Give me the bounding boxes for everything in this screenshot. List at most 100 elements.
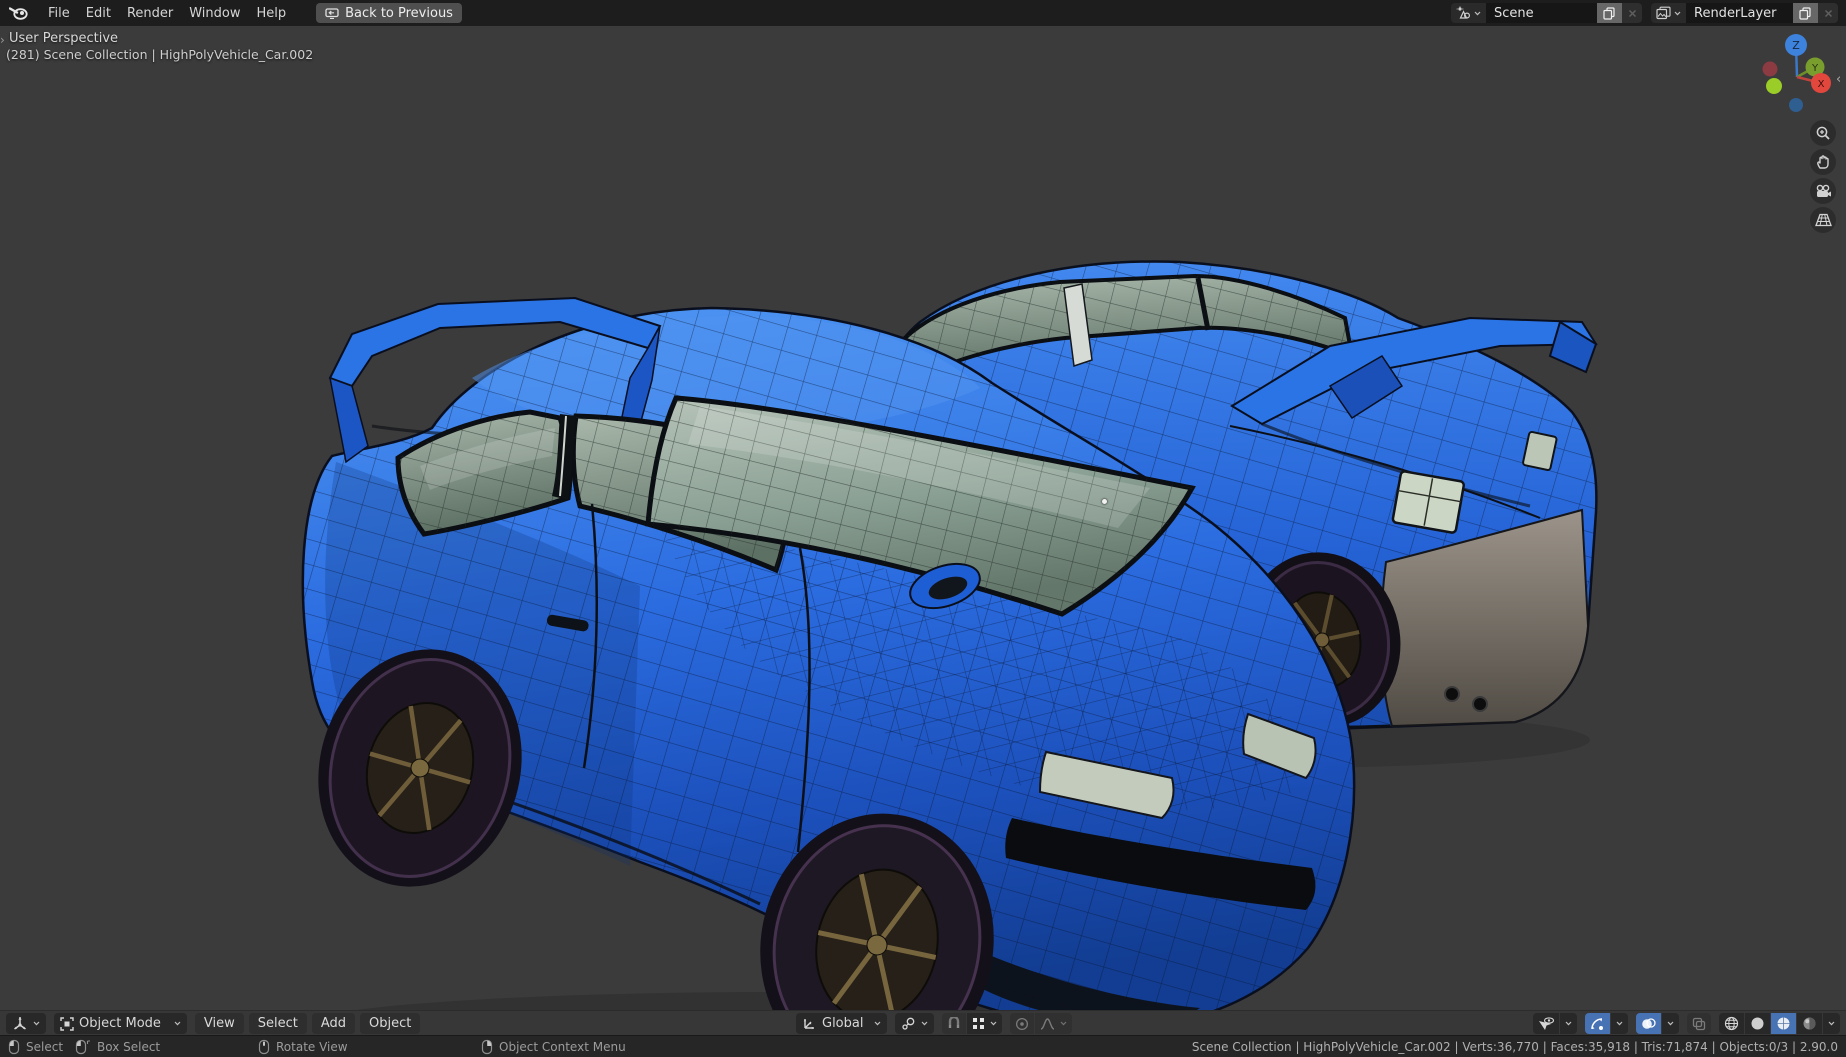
scene-selector: Scene [1451, 3, 1642, 23]
menu-view[interactable]: View [194, 1013, 244, 1034]
gizmo-y-label: Y [1811, 63, 1819, 74]
overlays-dropdown[interactable] [1662, 1013, 1679, 1034]
menu-window[interactable]: Window [181, 3, 248, 24]
gizmos-icon [1591, 1017, 1603, 1030]
mouse-right-click-icon [481, 1039, 493, 1055]
browse-scene-button[interactable] [1451, 3, 1486, 23]
topbar-id-widgets: Scene RenderLayer [1451, 3, 1838, 23]
pivot-point-icon [902, 1017, 915, 1030]
mouse-middle-click-icon [258, 1039, 270, 1055]
status-bar: Select Box Select Rotate View Object Con… [0, 1035, 1846, 1057]
pivot-point-selector[interactable] [895, 1013, 935, 1034]
3d-viewport[interactable]: › User Perspective (281) Scene Collectio… [0, 26, 1846, 1010]
tail-light [1391, 470, 1465, 534]
proportional-falloff-selector[interactable] [1035, 1013, 1073, 1034]
mouse-left-click-icon [8, 1039, 20, 1055]
duplicate-pages-icon [1799, 6, 1811, 20]
snap-increment-icon [973, 1018, 985, 1029]
object-origin-dot[interactable] [1102, 499, 1107, 504]
pan-view-button[interactable] [1810, 149, 1836, 175]
render-layer-icon [1656, 6, 1671, 20]
solid-shading-icon [1751, 1017, 1764, 1030]
gizmo-x-neg-axis[interactable] [1762, 61, 1778, 77]
shading-dropdown[interactable] [1823, 1013, 1840, 1034]
orientation-axes-icon [803, 1018, 814, 1029]
snap-toggle[interactable] [942, 1013, 967, 1034]
shading-wireframe-button[interactable] [1719, 1013, 1744, 1034]
editor-3d-viewport-icon [14, 1017, 26, 1030]
viewport-header: Object Mode View Select Add Object Globa… [0, 1010, 1846, 1035]
proportional-editing-icon [1016, 1017, 1029, 1030]
toggle-perspective-button[interactable] [1810, 207, 1836, 233]
shading-solid-button[interactable] [1745, 1013, 1770, 1034]
show-overlays-toggle[interactable] [1636, 1013, 1661, 1034]
new-render-layer-button[interactable] [1793, 3, 1818, 23]
chevron-down-icon [1565, 1021, 1572, 1026]
rendered-shading-icon [1803, 1017, 1816, 1030]
close-icon [1824, 9, 1832, 17]
menu-help[interactable]: Help [249, 3, 295, 24]
tail-light-right [1522, 430, 1558, 471]
menu-add[interactable]: Add [311, 1013, 356, 1034]
hint-object-context-menu-label: Object Context Menu [499, 1040, 626, 1054]
xray-toggle[interactable] [1687, 1013, 1711, 1034]
proportional-editing-toggle[interactable] [1010, 1013, 1035, 1034]
scene-statistics: Scene Collection | HighPolyVehicle_Car.0… [1191, 1040, 1838, 1054]
hand-icon [1817, 155, 1829, 169]
chevron-down-icon [1061, 1021, 1067, 1026]
show-gizmos-toggle[interactable] [1585, 1013, 1610, 1034]
gizmo-y-neg-axis[interactable] [1766, 78, 1782, 94]
close-icon [1628, 9, 1636, 17]
duplicate-pages-icon [1603, 6, 1615, 20]
transform-orientation-selector[interactable]: Global [796, 1013, 888, 1034]
chevron-down-icon [33, 1021, 40, 1026]
hint-object-context-menu: Object Context Menu [481, 1036, 626, 1057]
perspective-grid-icon [1814, 213, 1832, 227]
chevron-down-icon [1667, 1021, 1674, 1026]
blender-logo-icon[interactable] [8, 4, 30, 22]
zoom-view-button[interactable] [1810, 120, 1836, 146]
gizmo-z-neg-axis[interactable] [1789, 98, 1803, 112]
back-to-previous-button[interactable]: Back to Previous [316, 3, 462, 23]
hint-select-label: Select [26, 1040, 64, 1054]
menu-render[interactable]: Render [119, 3, 181, 24]
chevron-down-icon [991, 1021, 997, 1026]
unlink-scene-button[interactable] [1622, 3, 1642, 23]
chevron-down-icon [1674, 11, 1681, 15]
hint-box-select: Box Select [75, 1036, 160, 1057]
material-preview-shading-icon [1777, 1017, 1790, 1030]
navigation-gizmo[interactable]: Z Y X [1740, 26, 1840, 121]
menu-edit[interactable]: Edit [78, 3, 119, 24]
falloff-curve-icon [1041, 1018, 1055, 1030]
magnifier-plus-icon [1816, 126, 1830, 140]
gizmos-dropdown[interactable] [1611, 1013, 1628, 1034]
snap-target-selector[interactable] [967, 1013, 1003, 1034]
browse-render-layer-button[interactable] [1651, 3, 1686, 23]
editor-type-button[interactable] [6, 1013, 46, 1034]
orientation-label: Global [822, 1016, 864, 1031]
object-visibility-dropdown[interactable] [1560, 1013, 1577, 1034]
hint-box-select-label: Box Select [97, 1040, 161, 1054]
sidebar-expand-icon[interactable]: ‹ [1836, 72, 1841, 87]
scene-name-field[interactable]: Scene [1486, 3, 1597, 23]
viewport-scene-render[interactable] [0, 26, 1846, 1010]
menu-file[interactable]: File [40, 3, 78, 24]
gizmo-z-label: Z [1792, 39, 1800, 52]
render-layer-name-field[interactable]: RenderLayer [1686, 3, 1793, 23]
camera-view-button[interactable] [1810, 178, 1836, 204]
mode-selector[interactable]: Object Mode [54, 1013, 187, 1034]
back-screen-icon [325, 7, 339, 19]
toolbar-expand-icon[interactable]: › [0, 33, 5, 47]
cursor-eye-icon [1539, 1016, 1554, 1030]
chevron-down-icon [1616, 1021, 1623, 1026]
new-scene-button[interactable] [1597, 3, 1622, 23]
scene-icon [1456, 6, 1471, 19]
shading-rendered-button[interactable] [1797, 1013, 1822, 1034]
menu-object[interactable]: Object [360, 1013, 421, 1034]
menu-select[interactable]: Select [248, 1013, 307, 1034]
object-mode-icon [60, 1016, 74, 1031]
remove-render-layer-button[interactable] [1818, 3, 1838, 23]
chevron-down-icon [1474, 11, 1481, 15]
shading-material-preview-button[interactable] [1771, 1013, 1796, 1034]
object-visibility-selector[interactable] [1533, 1013, 1559, 1034]
